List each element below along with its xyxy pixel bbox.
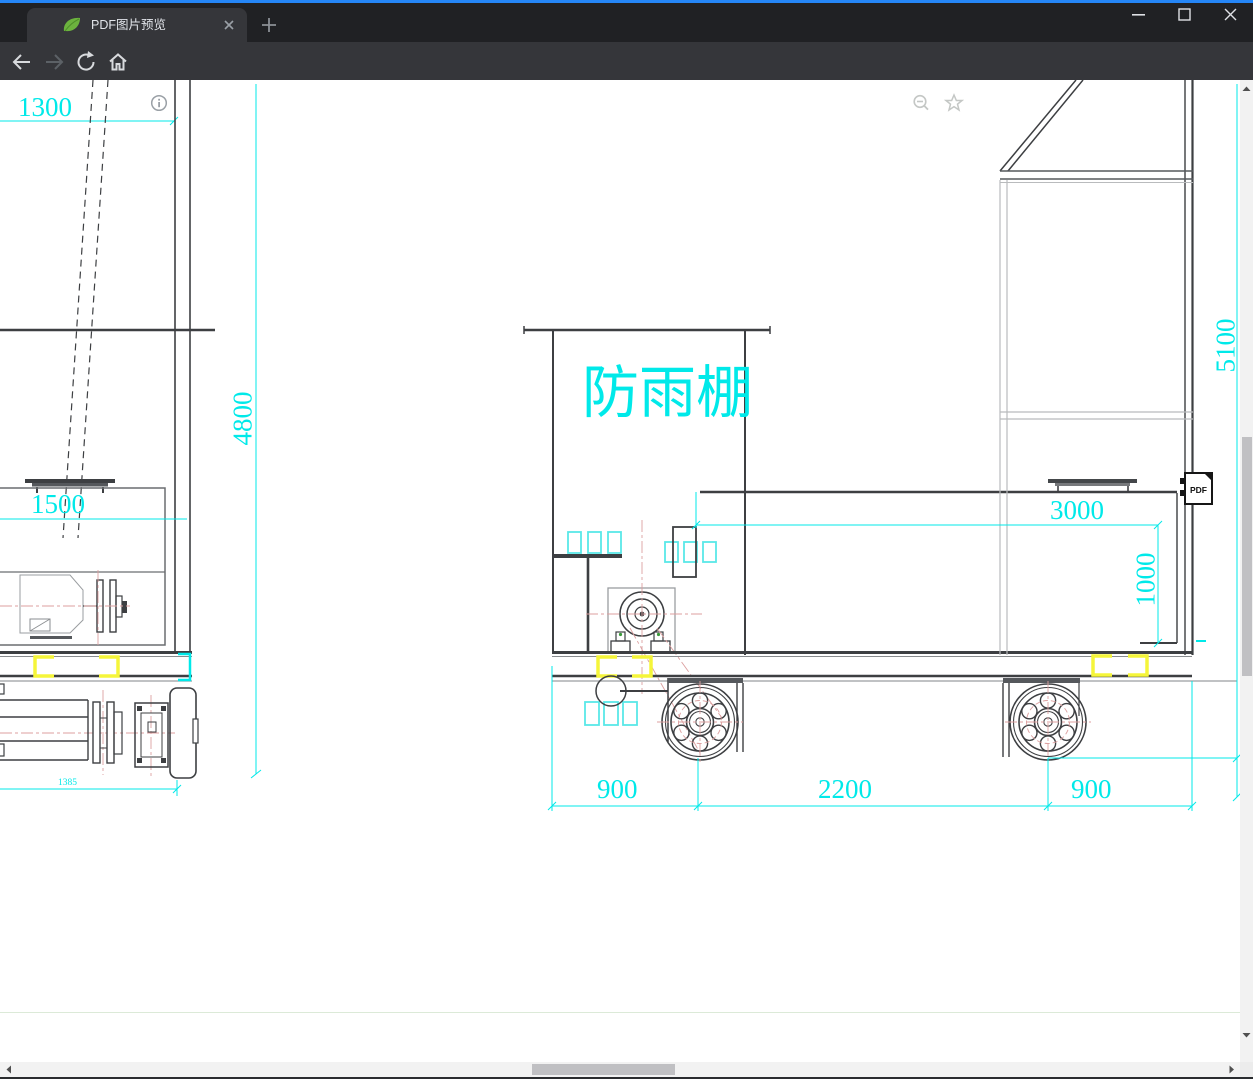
vertical-scrollbar-thumb[interactable] [1241,437,1252,676]
window-minimize-button[interactable] [1121,0,1155,30]
scrollbar-corner [1240,1062,1253,1077]
vertical-scrollbar[interactable] [1240,80,1253,1062]
dim-rear-span: 900 [1071,774,1112,804]
home-icon[interactable] [106,50,130,74]
tab-title: PDF图片预览 [91,18,167,32]
horizontal-scrollbar-thumb[interactable] [532,1064,675,1075]
scroll-down-icon[interactable] [1240,1028,1253,1041]
window-close-button[interactable] [1213,0,1247,30]
page-bottom-edge [0,1012,1240,1013]
back-icon[interactable] [10,50,34,74]
zoom-out-icon[interactable] [912,94,930,112]
new-tab-button[interactable] [261,17,277,33]
reload-icon[interactable] [74,50,98,74]
dim-track-gauge: 1385 [58,778,77,788]
pdf-badge-label: PDF [1190,485,1207,495]
dim-right-height: 5100 [1210,318,1241,373]
dim-left-height: 4800 [227,391,258,446]
forward-icon[interactable] [42,50,66,74]
window-accent-strip [0,0,1253,3]
browser-toolbar: localhost:8012/onlinePreview?url=http%3A… [0,42,1253,117]
cad-drawing [0,80,1240,811]
pdf-fold-corner [1204,473,1212,481]
shelter-label: 防雨棚 [582,361,753,425]
page-content: 1300 4800 1500 1385 防雨棚 3000 1000 5100 9… [0,80,1253,1077]
page-info-icon[interactable] [150,94,168,112]
dim-panel-width: 3000 [1050,495,1104,525]
dim-front-span: 900 [597,774,638,804]
spring-leaf-favicon [61,15,83,35]
scroll-left-icon[interactable] [2,1062,15,1077]
tab-pdf-preview[interactable]: PDF图片预览 [27,8,247,42]
tab-close-icon[interactable] [223,19,235,31]
left-view [0,80,262,796]
horizontal-scrollbar[interactable] [0,1062,1240,1077]
bookmark-star-icon[interactable] [944,93,964,113]
dim-wheelbase: 2200 [818,774,872,804]
pdf-file-badge[interactable]: PDF [1180,472,1213,505]
dim-platform-width: 1500 [31,489,85,519]
dim-top-width: 1300 [18,92,72,122]
right-view [691,80,1240,802]
browser-titlebar: PDF图片预览 [0,0,1253,42]
scroll-up-icon[interactable] [1240,83,1253,96]
scroll-right-icon[interactable] [1225,1062,1238,1077]
dim-panel-height: 1000 [1130,552,1161,607]
window-maximize-button[interactable] [1167,0,1201,30]
